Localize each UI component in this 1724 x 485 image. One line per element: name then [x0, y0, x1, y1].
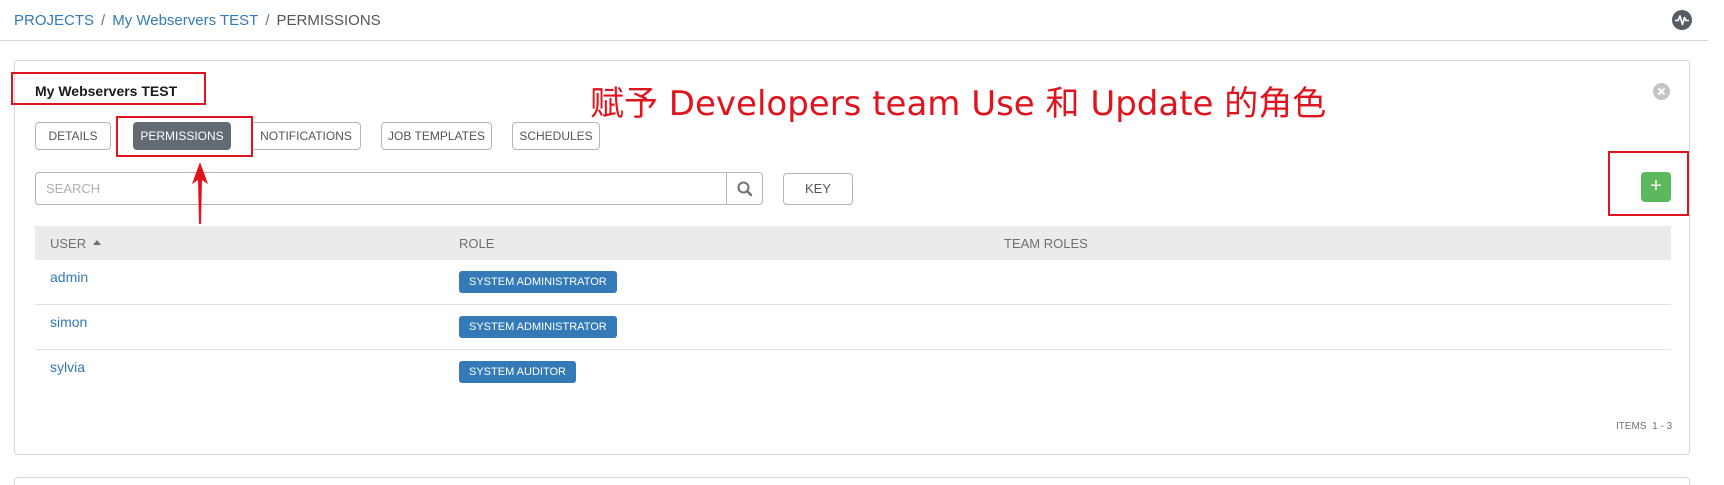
tab-details[interactable]: DETAILS	[35, 122, 111, 150]
role-badge: SYSTEM AUDITOR	[459, 361, 576, 383]
add-permission-button[interactable]: +	[1641, 172, 1671, 202]
role-badge: SYSTEM ADMINISTRATOR	[459, 316, 617, 338]
table-row: simon SYSTEM ADMINISTRATOR	[35, 305, 1671, 350]
tab-schedules[interactable]: SCHEDULES	[512, 122, 600, 150]
breadcrumb-project-link[interactable]: My Webservers TEST	[112, 12, 258, 29]
key-button[interactable]: KEY	[783, 173, 853, 205]
user-link[interactable]: sylvia	[50, 359, 85, 375]
column-header-team-roles: TEAM ROLES	[1004, 236, 1088, 251]
sort-ascending-icon	[93, 240, 102, 245]
card-title: My Webservers TEST	[35, 83, 178, 99]
search-box	[35, 172, 763, 205]
column-header-label: USER	[50, 236, 87, 251]
column-header-role: ROLE	[459, 236, 495, 251]
tab-job-templates[interactable]: JOB TEMPLATES	[381, 122, 492, 150]
search-icon	[737, 181, 753, 197]
user-link[interactable]: admin	[50, 269, 88, 285]
column-header-user[interactable]: USER	[50, 236, 102, 251]
breadcrumb: PROJECTS / My Webservers TEST / PERMISSIONS	[14, 12, 381, 29]
close-icon[interactable]	[1653, 83, 1670, 100]
role-badge: SYSTEM ADMINISTRATOR	[459, 271, 617, 293]
top-bar: PROJECTS / My Webservers TEST / PERMISSIONS	[0, 0, 1708, 41]
items-label: ITEMS	[1616, 421, 1647, 432]
tab-notifications[interactable]: NOTIFICATIONS	[251, 122, 361, 150]
annotation-arrow-icon	[192, 162, 208, 224]
table-row: sylvia SYSTEM AUDITOR	[35, 350, 1671, 395]
breadcrumb-separator: /	[265, 12, 270, 29]
user-link[interactable]: simon	[50, 314, 87, 330]
annotation-text: 赋予 Developers team Use 和 Update 的角色	[590, 84, 1327, 124]
breadcrumb-current: PERMISSIONS	[276, 12, 381, 29]
items-range: 1 - 3	[1652, 421, 1673, 432]
activity-stream-icon[interactable]	[1672, 10, 1692, 30]
search-input[interactable]	[36, 173, 726, 204]
tab-permissions[interactable]: PERMISSIONS	[133, 122, 231, 150]
table-row: admin SYSTEM ADMINISTRATOR	[35, 260, 1671, 305]
breadcrumb-projects-link[interactable]: PROJECTS	[14, 12, 94, 29]
app-root: PROJECTS / My Webservers TEST / PERMISSIONS …	[0, 0, 1724, 485]
items-count: ITEMS 1 - 3	[1616, 421, 1672, 432]
breadcrumb-separator: /	[101, 12, 106, 29]
secondary-card	[14, 477, 1690, 485]
search-button[interactable]	[726, 173, 762, 204]
table-header: USER ROLE TEAM ROLES	[35, 226, 1671, 260]
